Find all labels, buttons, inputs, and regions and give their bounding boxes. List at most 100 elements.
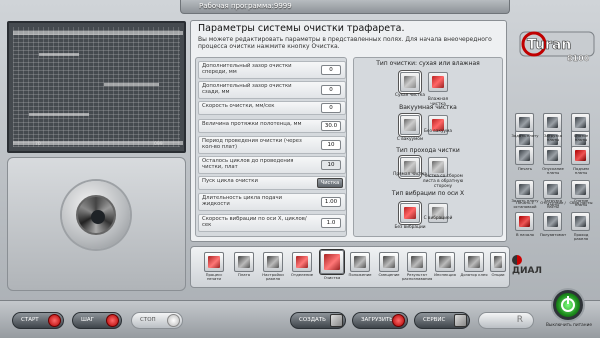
load-board-label: Загрузка платы: [543, 133, 563, 143]
vacuum-on-label: С вакуумом: [396, 137, 424, 142]
program-title-bar: Рабочая программа:9999: [180, 0, 510, 14]
glue-dispenser-button[interactable]: [464, 252, 484, 272]
recognition-button[interactable]: [407, 252, 427, 272]
param-label: Величина протяжки полотенца, мм: [202, 121, 302, 127]
set-board-button[interactable]: [515, 113, 534, 132]
squeegee-settings-label: Настройки ракеля: [262, 272, 284, 282]
logo-model: 8100: [567, 54, 590, 63]
param-label: Скорость вибрации по оси X, циклов/сек: [202, 216, 307, 228]
param-row-back-gap: Дополнительный зазор очистки сзади, мм 0: [198, 81, 346, 99]
page-title: Параметры системы очистки трафарета.: [198, 23, 405, 34]
param-label: Дополнительный зазор очистки сзади, мм: [202, 83, 292, 95]
print-process-label: Процесс печати: [205, 272, 223, 282]
paste-missing-label: Отсутствие / пасты: [540, 200, 566, 210]
dial-brand: ДИАЛ: [512, 265, 542, 276]
stop-button[interactable]: СТОП: [131, 312, 183, 329]
raise-board-label: Подъем платы: [573, 166, 589, 176]
paste-collect-button[interactable]: [571, 180, 590, 199]
home-button[interactable]: [515, 212, 534, 231]
speed-input[interactable]: 0: [321, 103, 341, 113]
param-row-period: Период проведения очистки (через кол-во …: [198, 136, 346, 154]
load-icon: [392, 314, 405, 327]
power-button[interactable]: [553, 290, 583, 320]
params-panel: Дополнительный зазор очистки спереди, мм…: [195, 57, 347, 237]
vacuum-on-button[interactable]: [400, 115, 420, 135]
no-vibration-label: Без вибрации: [394, 225, 426, 230]
period-input[interactable]: 10: [321, 140, 341, 150]
unload-board-button[interactable]: [571, 113, 590, 132]
back-gap-input[interactable]: 0: [321, 85, 341, 95]
inspection-label: Инспекция: [434, 272, 456, 277]
page-description: Вы можете редактировать параметры в пред…: [198, 36, 492, 50]
paste-missing-button[interactable]: [543, 180, 562, 199]
create-button[interactable]: СОЗДАТЬ: [290, 312, 346, 329]
clean-button[interactable]: Чистка: [317, 178, 343, 188]
stencil-pattern: [13, 27, 180, 147]
paste-collect-label: Сбор пасты: [569, 200, 593, 205]
home-label: В начало: [516, 232, 534, 237]
r-label: R: [516, 315, 523, 325]
print-stop-button[interactable]: [515, 180, 534, 199]
param-label: Скорость очистки, мм/сек: [202, 103, 275, 109]
param-label: Дополнительный зазор очистки спереди, мм: [202, 63, 292, 75]
board-button[interactable]: [234, 252, 254, 272]
logo-brand: Turan: [527, 37, 571, 53]
no-vibration-button[interactable]: [400, 203, 420, 223]
r-button[interactable]: R: [478, 312, 534, 329]
raise-board-button[interactable]: [571, 146, 590, 165]
squeegee-pass-button[interactable]: [571, 212, 590, 231]
separation-button[interactable]: [292, 252, 312, 272]
param-label: Пуск цикла очистки: [202, 178, 258, 184]
service-icon: [454, 314, 467, 327]
print-label: Печать: [517, 166, 533, 171]
lower-board-label: Опускание платы: [542, 166, 564, 176]
front-gap-input[interactable]: 0: [321, 65, 341, 75]
param-row-front-gap: Дополнительный зазор очистки спереди, мм…: [198, 61, 346, 79]
create-label: СОЗДАТЬ: [299, 317, 326, 323]
start-icon: [48, 314, 61, 327]
position-button[interactable]: [350, 252, 370, 272]
power-label: Выключить питание: [545, 323, 592, 328]
liquid-input[interactable]: 1.00: [321, 197, 341, 207]
param-label: Длительность цикла подачи жидкости: [202, 195, 283, 207]
param-label: Осталось циклов до проведения чистки, пл…: [202, 158, 294, 170]
service-button[interactable]: СЕРВИС: [414, 312, 470, 329]
lower-board-button[interactable]: [543, 146, 562, 165]
group-pass-title: Тип прохода чистки: [396, 147, 460, 154]
semi-auto-button[interactable]: [543, 212, 562, 231]
set-board-label: Задать плату: [511, 133, 539, 138]
options-label: Опции: [491, 272, 505, 277]
print-stop-label: Печать с остановкой: [513, 200, 537, 210]
towel-input[interactable]: 30.0: [321, 121, 341, 131]
param-row-liquid: Длительность цикла подачи жидкости 1.00: [198, 193, 346, 211]
options-button[interactable]: [490, 252, 506, 272]
inspection-button[interactable]: [435, 252, 455, 272]
start-button[interactable]: СТАРТ: [12, 312, 64, 329]
wet-clean-button[interactable]: [428, 72, 448, 92]
recognition-label: Результат распознавания: [402, 272, 433, 282]
cleaning-button[interactable]: [320, 250, 344, 274]
load-label: ЗАГРУЗИТЬ: [361, 317, 394, 323]
print-process-button[interactable]: [204, 252, 224, 272]
squeegee-settings-button[interactable]: [263, 252, 283, 272]
print-button[interactable]: [515, 146, 534, 165]
semi-auto-label: Полуавтомат: [539, 232, 567, 237]
position-label: Положение: [348, 272, 372, 277]
offset-label: Смещение: [378, 272, 400, 277]
group-vibration-title: Тип вибрации по оси X: [391, 190, 465, 197]
vibration-input[interactable]: 1.0: [321, 218, 341, 228]
remaining-value: 10: [321, 160, 341, 170]
stencil-preview: 70 099: [7, 21, 186, 153]
vacuum-off-label: Без вакуума: [424, 129, 452, 134]
load-button[interactable]: ЗАГРУЗИТЬ: [352, 312, 408, 329]
turan-logo: Turan 8100: [519, 31, 595, 63]
load-board-button[interactable]: [543, 113, 562, 132]
separation-label: Отделение: [290, 272, 314, 277]
create-icon: [330, 314, 343, 327]
dial-logo: ДИАЛ: [512, 255, 552, 276]
step-icon: [106, 314, 119, 327]
step-button[interactable]: ШАГ: [72, 312, 122, 329]
param-row-vibration: Скорость вибрации по оси X, циклов/сек 1…: [198, 214, 346, 232]
offset-button[interactable]: [379, 252, 399, 272]
dry-clean-button[interactable]: [400, 72, 420, 92]
